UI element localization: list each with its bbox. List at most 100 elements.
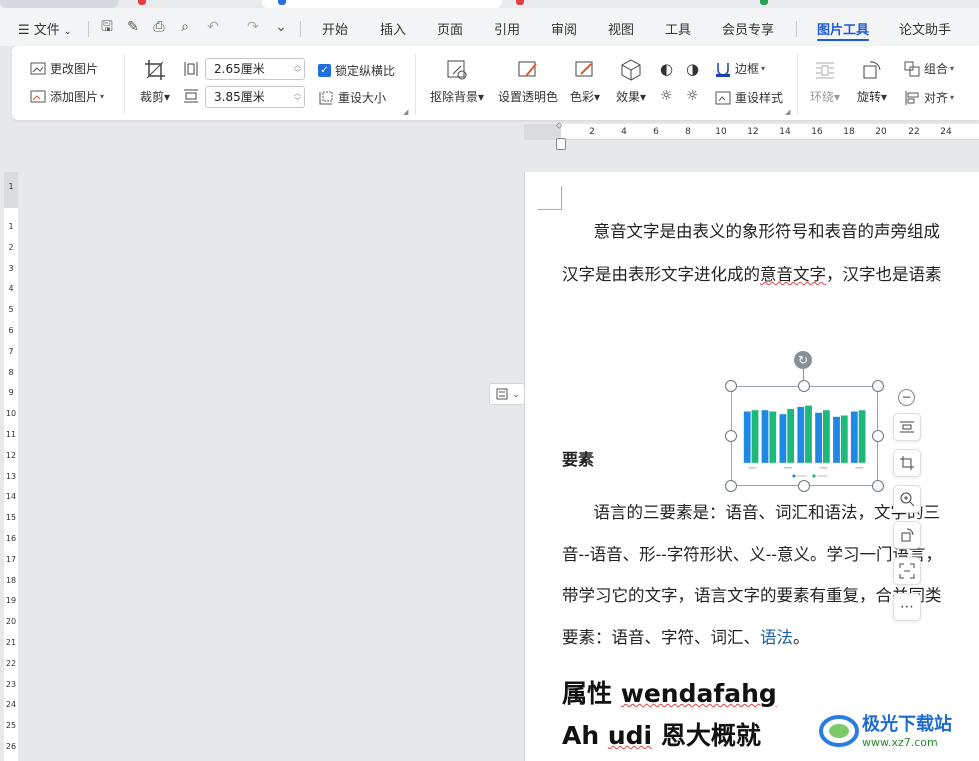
contrast-decrease-icon[interactable]: ☼ [686, 88, 699, 104]
group-label: 组合 [924, 62, 949, 76]
extract-text-button[interactable] [893, 557, 921, 585]
resize-handle-w[interactable] [725, 430, 737, 442]
paragraph-line[interactable]: 带学习它的文字，语言文字的要素有重复，合并同类 [562, 582, 942, 606]
horizontal-ruler[interactable]: 2 4 6 8 10 12 14 16 18 20 22 24 [524, 124, 979, 140]
vertical-ruler[interactable]: 1 1 2 3 4 5 6 7 8 9 10 11 12 13 14 15 16 17 18 19 20 21 22 23 24… [4, 172, 18, 761]
paragraph-line[interactable]: 意音文字是由表义的象形符号和表音的声旁组成 [562, 218, 940, 242]
crop-float-button[interactable] [893, 449, 921, 477]
color-button[interactable]: 色彩▾ [568, 58, 602, 105]
more-options-button[interactable]: ⋯ [893, 593, 921, 621]
border-button[interactable]: 边框 ▾ [715, 60, 765, 77]
chevron-down-icon[interactable]: ⌄ [272, 18, 290, 36]
reset-style-icon [715, 90, 731, 106]
tab-thesis-assistant[interactable]: 论文助手 [899, 19, 951, 38]
contrast-increase-icon[interactable]: ☼ [660, 88, 673, 104]
rotate-button[interactable]: 旋转▾ [854, 58, 890, 105]
paragraph-line[interactable]: 语言的三要素是：语音、词汇和语法，文字的三 [562, 499, 940, 523]
resize-handle-s[interactable] [798, 480, 810, 492]
file-menu[interactable]: ☰ 文件 ⌄ [18, 19, 72, 38]
wrap-text-button[interactable]: 环绕▾ [808, 58, 842, 105]
heading-attribute[interactable]: 属性 wendafahg [562, 674, 777, 710]
remove-background-label: 抠除背景 [429, 90, 478, 104]
tab-icon [516, 0, 524, 5]
left-indent-handle[interactable] [556, 138, 566, 150]
ruler-tick: 13 [5, 471, 17, 481]
paragraph-anchor-button[interactable]: ⌄ [489, 383, 525, 405]
chevron-down-icon: ⌄ [512, 389, 520, 399]
height-stepper[interactable]: ︿ ﹀ [294, 89, 301, 105]
width-value: 2.65厘米 [214, 62, 265, 76]
tab-references[interactable]: 引用 [494, 19, 520, 38]
undo-icon[interactable]: ↶ [204, 18, 222, 36]
hyperlink-text[interactable]: 语法 [760, 628, 793, 647]
brightness-decrease-icon[interactable]: ◑ [686, 60, 699, 78]
set-transparent-button[interactable]: 设置透明色 [498, 58, 558, 105]
crop-button[interactable]: 裁剪▾ [136, 58, 174, 105]
print-preview-icon[interactable]: ⌕ [176, 18, 194, 36]
reset-style-button[interactable]: 重设样式 [715, 89, 783, 106]
width-input[interactable]: 2.65厘米 ︿ ﹀ [205, 58, 305, 80]
resize-handle-ne[interactable] [872, 380, 884, 392]
height-input[interactable]: 3.85厘米 ︿ ﹀ [205, 86, 305, 108]
tab-review[interactable]: 审阅 [551, 19, 577, 38]
redo-icon[interactable]: ↷ [244, 18, 262, 36]
align-button[interactable]: 对齐 ▾ [904, 89, 954, 106]
chart-bar [751, 410, 759, 463]
set-transparent-label: 设置透明色 [498, 90, 559, 104]
resize-handle-nw[interactable] [725, 380, 737, 392]
reset-size-button[interactable]: 重设大小 [318, 89, 386, 106]
format-painter-icon[interactable]: ✎ [124, 18, 142, 36]
zoom-in-button[interactable] [893, 485, 921, 513]
bar-chart [740, 405, 870, 478]
ruler-tick: 5 [8, 305, 14, 315]
selected-chart-image[interactable] [731, 386, 878, 486]
brightness-increase-icon[interactable]: ◐ [660, 60, 673, 78]
effects-button[interactable]: 效果▾ [614, 58, 648, 105]
tab-picture-tools[interactable]: 图片工具 [817, 19, 869, 38]
remove-background-icon [445, 58, 469, 82]
indent-marker-icon[interactable]: ⬦ [556, 121, 562, 131]
margin-corner-mark [538, 186, 562, 210]
resize-handle-n[interactable] [798, 380, 810, 392]
section-heading[interactable]: 要素 [562, 446, 594, 470]
group-expand-icon[interactable]: ◢ [785, 108, 790, 116]
more-icon: ⋯ [900, 599, 914, 615]
remove-background-button[interactable]: 抠除背景▾ [426, 58, 488, 105]
tab-member[interactable]: 会员专享 [722, 19, 774, 38]
transparent-color-icon [516, 58, 540, 82]
group-button[interactable]: 组合 ▾ [904, 60, 954, 77]
ruler-tick: 10 [5, 409, 17, 419]
rotate-float-button[interactable] [893, 521, 921, 549]
layout-options-button[interactable] [893, 413, 921, 441]
spelling-error-text: udi [607, 721, 653, 750]
tab-home[interactable]: 开始 [322, 19, 348, 38]
print-icon[interactable]: ⎙ [150, 18, 168, 36]
paragraph-line[interactable]: 音--语音、形--字符形状、义--意义。学习一门语言， [562, 541, 942, 565]
cube-icon [619, 58, 643, 82]
group-expand-icon[interactable]: ◢ [403, 108, 408, 116]
change-picture-button[interactable]: 更改图片 [30, 60, 98, 77]
tab-tools[interactable]: 工具 [665, 19, 691, 38]
add-picture-icon [30, 89, 46, 105]
window-tab-active[interactable] [262, 0, 502, 8]
width-stepper[interactable]: ︿ ﹀ [294, 61, 301, 77]
tab-insert[interactable]: 插入 [380, 19, 406, 38]
resize-handle-e[interactable] [872, 430, 884, 442]
file-menu-label: 文件 [33, 23, 60, 38]
paragraph-line[interactable]: 要素：语音、字符、词汇、语法。 [562, 624, 810, 648]
divider [88, 21, 89, 37]
collapse-toolbar-icon[interactable]: − [898, 389, 915, 406]
tab-page[interactable]: 页面 [437, 19, 463, 38]
save-icon[interactable]: 🖫 [98, 18, 116, 36]
paragraph-line[interactable]: 汉字是由表形文字进化成的意音文字，汉字也是语素 [562, 261, 942, 285]
tab-view[interactable]: 视图 [608, 19, 634, 38]
rotate-handle-icon[interactable]: ↻ [794, 351, 812, 369]
resize-handle-sw[interactable] [725, 480, 737, 492]
lock-aspect-checkbox[interactable]: ✓ 锁定纵横比 [318, 62, 395, 79]
add-picture-button[interactable]: 添加图片 ▾ [30, 88, 104, 105]
window-tab[interactable] [0, 0, 118, 8]
ruler-tick: 26 [5, 742, 17, 751]
resize-handle-se[interactable] [872, 480, 884, 492]
ruler-tick: 24 [5, 700, 17, 710]
heading-line[interactable]: Ah udi 恩大概就 [562, 716, 761, 752]
